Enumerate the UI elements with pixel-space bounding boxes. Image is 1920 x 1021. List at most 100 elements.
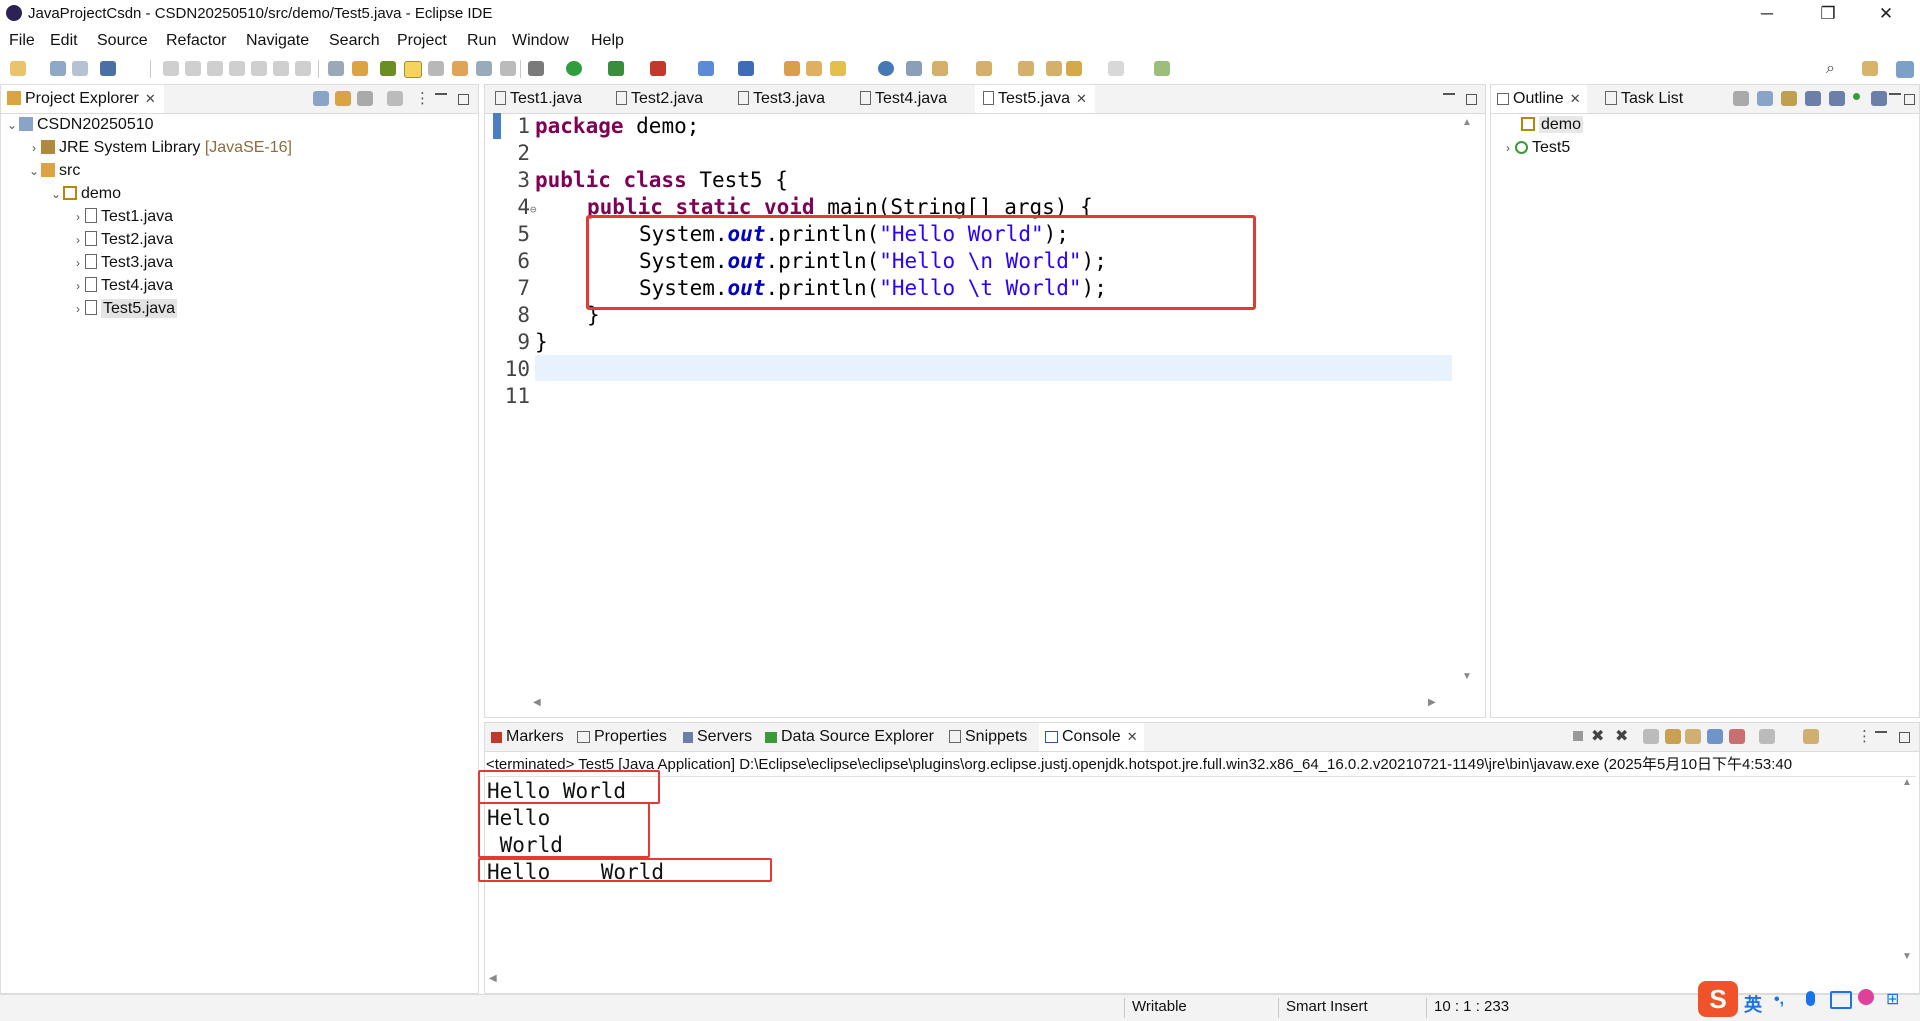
tree-file[interactable]: › Test3.java xyxy=(5,251,475,274)
step-return-icon[interactable] xyxy=(295,61,311,76)
maximize-view-icon[interactable] xyxy=(1904,94,1915,105)
paragraph-icon[interactable] xyxy=(500,61,516,76)
show-stderr-icon[interactable] xyxy=(1729,729,1745,744)
ime-logo-icon[interactable]: S xyxy=(1698,981,1738,1017)
tab-test3[interactable]: Test3.java xyxy=(732,85,831,113)
step-into-icon[interactable] xyxy=(251,61,267,76)
display-console-icon[interactable] xyxy=(1803,729,1819,744)
menu-run[interactable]: Run xyxy=(467,32,496,50)
java-perspective-icon[interactable] xyxy=(1896,61,1914,78)
tab-test2[interactable]: Test2.java xyxy=(610,85,709,113)
chevron-right-icon[interactable]: › xyxy=(71,206,85,229)
grid-menu-icon[interactable]: ⊞ xyxy=(1886,989,1899,1009)
step-over-icon[interactable] xyxy=(273,61,289,76)
clear-console-icon[interactable] xyxy=(1643,729,1659,744)
menu-edit[interactable]: Edit xyxy=(50,32,78,50)
minimize-view-icon[interactable] xyxy=(1875,731,1887,733)
chevron-right-icon[interactable]: › xyxy=(27,137,41,160)
scroll-down-icon[interactable]: ▼ xyxy=(1902,951,1912,962)
tab-data-source-explorer[interactable]: Data Source Explorer xyxy=(761,723,938,751)
scroll-up-icon[interactable]: ▲ xyxy=(1462,117,1472,128)
link-with-editor-icon[interactable] xyxy=(335,91,351,106)
word-wrap-icon[interactable] xyxy=(1685,729,1701,744)
close-window-button[interactable]: ✕ xyxy=(1863,0,1909,28)
hide-nonpublic-icon[interactable] xyxy=(1853,93,1860,100)
minimize-view-icon[interactable] xyxy=(1443,93,1455,95)
scroll-down-icon[interactable]: ▼ xyxy=(1462,671,1472,682)
last-edit-icon[interactable] xyxy=(1018,61,1034,76)
more-options-icon[interactable]: ⋮ xyxy=(1857,727,1872,745)
tab-task-list[interactable]: Task List xyxy=(1599,85,1689,113)
save-icon[interactable] xyxy=(50,61,66,76)
search-task-icon[interactable] xyxy=(352,61,368,76)
new-icon[interactable] xyxy=(10,61,26,76)
outline-package[interactable]: demo xyxy=(1501,113,1584,136)
chevron-down-icon[interactable]: ⌄ xyxy=(49,183,63,206)
chevron-down-icon[interactable]: ⌄ xyxy=(5,114,19,137)
swap-icon[interactable] xyxy=(1046,61,1062,76)
tab-markers[interactable]: Markers xyxy=(487,723,568,751)
coverage-icon[interactable] xyxy=(608,61,624,76)
resume-icon[interactable] xyxy=(163,61,179,76)
filter-icon[interactable] xyxy=(357,91,373,106)
maximize-view-icon[interactable] xyxy=(1466,94,1477,105)
tree-file[interactable]: › Test2.java xyxy=(5,228,475,251)
fold-icon[interactable]: ⊖ xyxy=(530,203,537,216)
disconnect-icon[interactable] xyxy=(229,61,245,76)
tab-test4[interactable]: Test4.java xyxy=(854,85,953,113)
external-tools-icon[interactable] xyxy=(650,61,666,76)
chevron-down-icon[interactable]: ⌄ xyxy=(27,160,41,183)
new-java-project-icon[interactable] xyxy=(698,61,714,76)
tree-src[interactable]: ⌄ src xyxy=(5,159,475,182)
open-perspective-icon[interactable] xyxy=(1862,61,1878,76)
tree-jre[interactable]: › JRE System Library [JavaSE-16] xyxy=(5,136,475,159)
scroll-up-icon[interactable]: ▲ xyxy=(1902,777,1912,788)
scroll-left-icon[interactable]: ◀ xyxy=(533,697,541,708)
terminate-icon[interactable] xyxy=(1573,731,1583,741)
open-folder-icon[interactable] xyxy=(784,61,800,76)
tab-console[interactable]: Console ✕ xyxy=(1039,723,1144,751)
block-selection-icon[interactable] xyxy=(452,61,468,76)
chevron-right-icon[interactable]: › xyxy=(1501,137,1515,160)
scroll-lock-icon[interactable] xyxy=(1665,729,1681,744)
microphone-icon[interactable] xyxy=(1806,991,1815,1006)
tree-package[interactable]: ⌄ demo xyxy=(5,182,475,205)
maximize-view-icon[interactable] xyxy=(458,94,469,105)
menu-window[interactable]: Window xyxy=(512,32,569,50)
status-insert-mode[interactable]: Smart Insert xyxy=(1286,995,1368,1019)
tab-test1[interactable]: Test1.java xyxy=(489,85,588,113)
collapse-icon[interactable] xyxy=(1757,91,1773,106)
globe-icon[interactable] xyxy=(878,61,894,76)
menu-search[interactable]: Search xyxy=(329,32,380,50)
menu-project[interactable]: Project xyxy=(397,32,447,50)
tab-outline[interactable]: Outline ✕ xyxy=(1491,85,1587,113)
minimize-button[interactable]: ─ xyxy=(1744,0,1790,28)
more-options-icon[interactable]: ⋮ xyxy=(415,89,430,107)
keyboard-icon[interactable] xyxy=(1830,991,1852,1009)
ime-punctuation[interactable]: •, xyxy=(1774,991,1784,1009)
scroll-right-icon[interactable]: ▶ xyxy=(1428,697,1436,708)
console-output[interactable]: Hello World Hello World Hello World xyxy=(478,770,1867,963)
sort-icon[interactable] xyxy=(1781,91,1797,106)
close-tab-icon[interactable]: ✕ xyxy=(145,91,156,106)
forward-icon[interactable] xyxy=(1108,61,1124,76)
new-class-icon[interactable] xyxy=(738,61,754,76)
view-menu-icon[interactable] xyxy=(387,91,403,106)
hide-fields-icon[interactable] xyxy=(1805,91,1821,106)
maximize-view-icon[interactable] xyxy=(1899,732,1910,743)
mark-occurrences-icon[interactable] xyxy=(380,61,396,76)
menu-source[interactable]: Source xyxy=(97,32,148,50)
show-whitespace-icon[interactable] xyxy=(476,61,492,76)
menu-refactor[interactable]: Refactor xyxy=(166,32,226,50)
minimize-view-icon[interactable] xyxy=(1889,93,1901,95)
suspend-icon[interactable] xyxy=(185,61,201,76)
tree-file[interactable]: › Test1.java xyxy=(5,205,475,228)
terminal-icon[interactable] xyxy=(100,61,116,76)
tree-project[interactable]: ⌄ CSDN20250510 xyxy=(5,113,475,136)
scroll-left-icon[interactable]: ◀ xyxy=(489,973,497,984)
collapse-all-icon[interactable] xyxy=(313,91,329,106)
pin-console-icon[interactable] xyxy=(1759,729,1775,744)
back-icon[interactable] xyxy=(1066,61,1082,76)
hide-static-icon[interactable] xyxy=(1829,91,1845,106)
tab-properties[interactable]: Properties xyxy=(573,723,671,751)
